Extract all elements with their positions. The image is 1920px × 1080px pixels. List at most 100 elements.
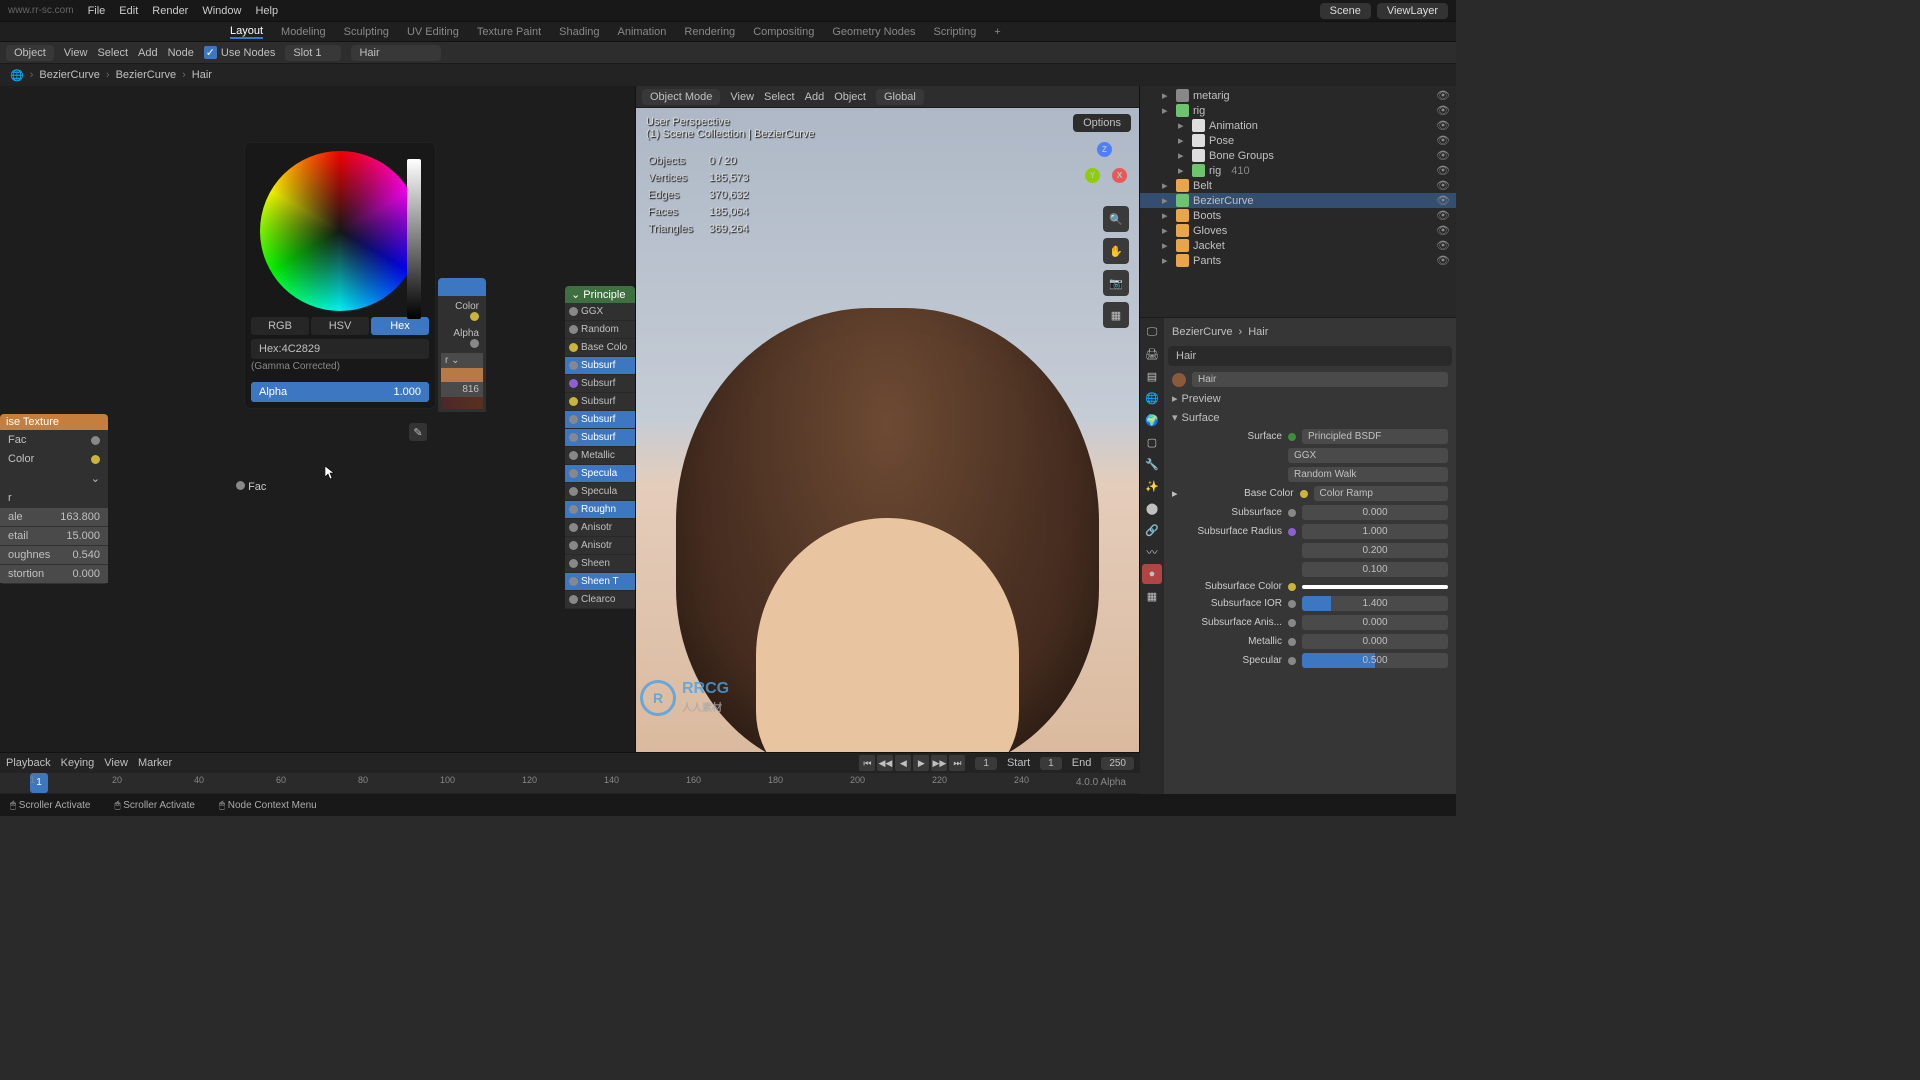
subsurf-val[interactable]: 0.000 bbox=[1302, 505, 1448, 520]
ptab-material[interactable]: ● bbox=[1142, 564, 1162, 584]
hsv-tab[interactable]: HSV bbox=[311, 317, 369, 335]
nt-select[interactable]: Select bbox=[97, 47, 128, 59]
outliner-item[interactable]: ▸Bone Groups👁 bbox=[1140, 148, 1456, 163]
subr-y[interactable]: 0.200 bbox=[1302, 543, 1448, 558]
persp-icon[interactable]: ▦ bbox=[1103, 302, 1129, 328]
ws-geonodes[interactable]: Geometry Nodes bbox=[832, 26, 915, 38]
met-val[interactable]: 0.000 bbox=[1302, 634, 1448, 649]
ws-rendering[interactable]: Rendering bbox=[684, 26, 735, 38]
noise-scale[interactable]: 163.800 bbox=[60, 511, 100, 523]
outliner-item[interactable]: ▸Gloves👁 bbox=[1140, 223, 1456, 238]
props-bc-object[interactable]: BezierCurve bbox=[1172, 326, 1233, 338]
chevron-down-icon[interactable]: ⌄ bbox=[91, 472, 100, 485]
ws-modeling[interactable]: Modeling bbox=[281, 26, 326, 38]
subr-z[interactable]: 0.100 bbox=[1302, 562, 1448, 577]
principled-input[interactable]: Subsurf bbox=[565, 357, 635, 375]
nt-view[interactable]: View bbox=[64, 47, 88, 59]
usenodes-toggle[interactable]: ✓Use Nodes bbox=[204, 46, 275, 59]
ptab-object[interactable]: ▢ bbox=[1142, 432, 1162, 452]
ptab-physics[interactable]: ⬤ bbox=[1142, 498, 1162, 518]
noise-node-header[interactable]: ise Texture bbox=[0, 414, 108, 430]
jump-start-button[interactable]: ⏮ bbox=[859, 755, 875, 771]
vp-orient[interactable]: Global bbox=[876, 89, 924, 105]
outliner[interactable]: ▸metarig👁▸rig👁▸Animation👁▸Pose👁▸Bone Gro… bbox=[1140, 86, 1456, 318]
nt-add[interactable]: Add bbox=[138, 47, 158, 59]
subi-val[interactable]: 1.400 bbox=[1302, 596, 1448, 611]
hex-input[interactable]: Hex:4C2829 bbox=[251, 339, 429, 359]
cr-swatch[interactable] bbox=[441, 368, 483, 382]
slot-dropdown[interactable]: Slot 1 bbox=[285, 45, 341, 61]
principled-input[interactable]: Sheen bbox=[565, 555, 635, 573]
alpha-slider[interactable]: Alpha 1.000 bbox=[251, 382, 429, 402]
noise-dist[interactable]: 0.000 bbox=[72, 568, 100, 580]
principled-input[interactable]: Roughn bbox=[565, 501, 635, 519]
render-menu[interactable]: Render bbox=[152, 5, 188, 17]
cr-interp[interactable]: r bbox=[445, 355, 448, 366]
timeline-ruler[interactable]: 1 120406080100120140160180200220240 bbox=[0, 773, 1140, 793]
ws-animation[interactable]: Animation bbox=[618, 26, 667, 38]
vp-mode[interactable]: Object Mode bbox=[642, 89, 720, 105]
subc-swatch[interactable] bbox=[1302, 585, 1448, 589]
outliner-item[interactable]: ▸Pants👁 bbox=[1140, 253, 1456, 268]
ws-shading[interactable]: Shading bbox=[559, 26, 599, 38]
ws-texpaint[interactable]: Texture Paint bbox=[477, 26, 541, 38]
principled-input[interactable]: Anisotr bbox=[565, 519, 635, 537]
bc-data[interactable]: BezierCurve bbox=[116, 69, 177, 81]
play-button[interactable]: ▶ bbox=[913, 755, 929, 771]
subr-x[interactable]: 1.000 bbox=[1302, 524, 1448, 539]
ptab-particle[interactable]: ✨ bbox=[1142, 476, 1162, 496]
principled-input[interactable]: Subsurf bbox=[565, 429, 635, 447]
principled-bsdf-node[interactable]: ⌄ Principle GGXRandomBase ColoSubsurfSub… bbox=[565, 286, 635, 609]
ptab-viewlayer[interactable]: ▤ bbox=[1142, 366, 1162, 386]
jump-end-button[interactable]: ⏭ bbox=[949, 755, 965, 771]
colorramp-node[interactable]: Color Alpha r ⌄ 816 bbox=[438, 278, 486, 412]
principled-input[interactable]: Subsurf bbox=[565, 411, 635, 429]
ptab-render[interactable]: 🖵 bbox=[1142, 322, 1162, 342]
bc-home-icon[interactable]: 🌐 bbox=[10, 69, 24, 82]
outliner-item[interactable]: ▸BezierCurve👁 bbox=[1140, 193, 1456, 208]
vp-view[interactable]: View bbox=[730, 91, 754, 103]
ws-scripting[interactable]: Scripting bbox=[933, 26, 976, 38]
outliner-item[interactable]: ▸Jacket👁 bbox=[1140, 238, 1456, 253]
vp-options-button[interactable]: Options bbox=[1073, 114, 1131, 132]
camera-icon[interactable]: 📷 bbox=[1103, 270, 1129, 296]
surface-shader[interactable]: Principled BSDF bbox=[1302, 429, 1448, 444]
noise-detail[interactable]: 15.000 bbox=[66, 530, 100, 542]
principled-input[interactable]: Subsurf bbox=[565, 393, 635, 411]
tl-keying[interactable]: Keying bbox=[61, 757, 95, 769]
vp-select[interactable]: Select bbox=[764, 91, 795, 103]
keyframe-next-button[interactable]: ▶▶ bbox=[931, 755, 947, 771]
chevron-down-icon[interactable]: ⌄ bbox=[571, 289, 580, 301]
nav-gizmo[interactable]: ZYX bbox=[1081, 142, 1129, 190]
outliner-item[interactable]: ▸Boots👁 bbox=[1140, 208, 1456, 223]
subsurf-method[interactable]: Random Walk bbox=[1288, 467, 1448, 482]
bc-material[interactable]: Hair bbox=[192, 69, 212, 81]
viewlayer-field[interactable]: ViewLayer bbox=[1377, 3, 1448, 19]
ws-sculpting[interactable]: Sculpting bbox=[344, 26, 389, 38]
zoom-icon[interactable]: 🔍 bbox=[1103, 206, 1129, 232]
window-menu[interactable]: Window bbox=[202, 5, 241, 17]
principled-input[interactable]: Specula bbox=[565, 483, 635, 501]
hex-tab[interactable]: Hex bbox=[371, 317, 429, 335]
node-editor[interactable]: ise Texture Fac Color ⌄ r ale163.800 eta… bbox=[0, 86, 636, 794]
ptab-modifier[interactable]: 🔧 bbox=[1142, 454, 1162, 474]
principled-input[interactable]: Clearco bbox=[565, 591, 635, 609]
ws-add[interactable]: + bbox=[994, 26, 1000, 38]
tl-view[interactable]: View bbox=[104, 757, 128, 769]
material-name-field[interactable]: Hair bbox=[1192, 372, 1448, 387]
outliner-item[interactable]: ▸rig410👁 bbox=[1140, 163, 1456, 178]
principled-input[interactable]: GGX bbox=[565, 303, 635, 321]
outliner-item[interactable]: ▸metarig👁 bbox=[1140, 88, 1456, 103]
vp-add[interactable]: Add bbox=[805, 91, 825, 103]
material-field[interactable]: Hair bbox=[351, 45, 441, 61]
principled-input[interactable]: Metallic bbox=[565, 447, 635, 465]
outliner-item[interactable]: ▸Belt👁 bbox=[1140, 178, 1456, 193]
end-frame[interactable]: 250 bbox=[1101, 757, 1134, 770]
dist-ggx[interactable]: GGX bbox=[1288, 448, 1448, 463]
principled-input[interactable]: Subsurf bbox=[565, 375, 635, 393]
surface-panel[interactable]: Surface bbox=[1182, 412, 1220, 424]
start-frame[interactable]: 1 bbox=[1040, 757, 1062, 770]
vp-object[interactable]: Object bbox=[834, 91, 866, 103]
scene-field[interactable]: Scene bbox=[1320, 3, 1371, 19]
basecolor-link[interactable]: Color Ramp bbox=[1314, 486, 1448, 501]
